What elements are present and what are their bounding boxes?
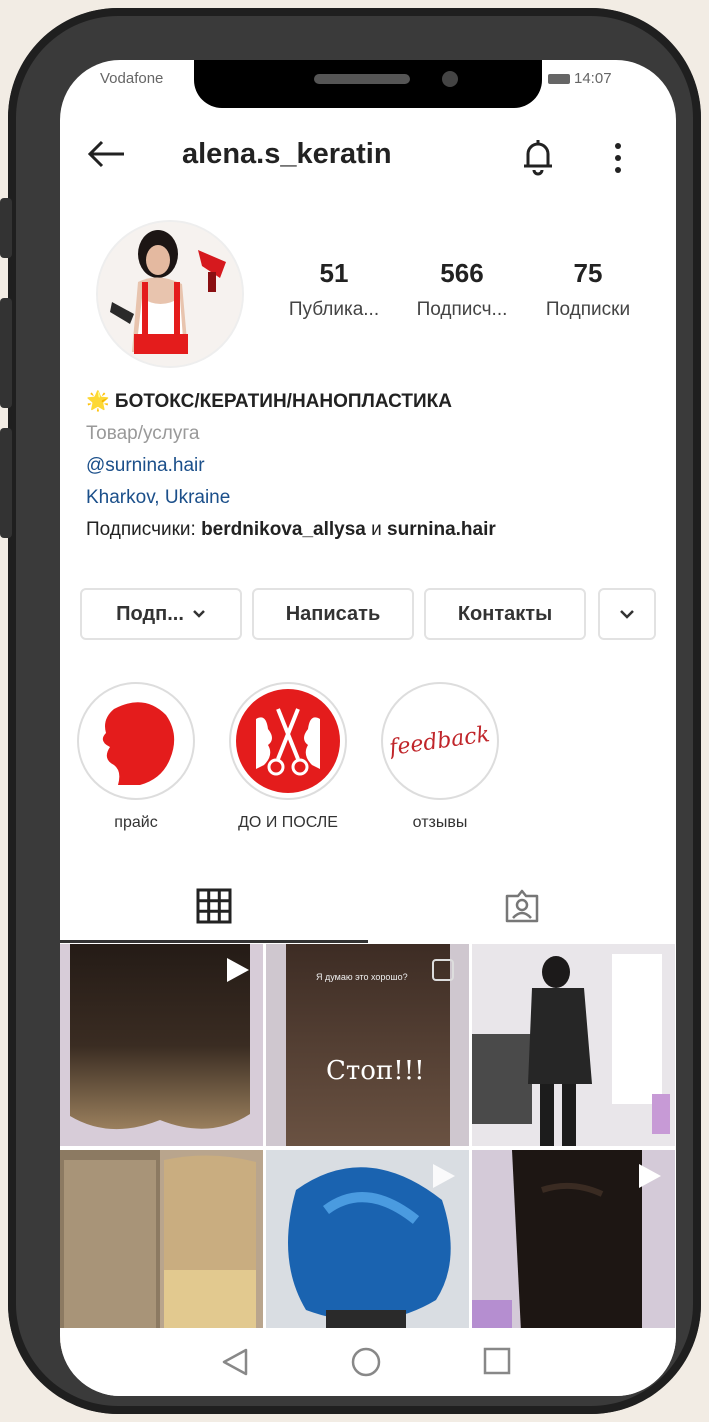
highlight-label: прайс (114, 814, 158, 831)
stat-posts[interactable]: 51 Публика... (274, 258, 394, 321)
highlight-cover (236, 689, 340, 793)
volume-down-button (0, 428, 12, 538)
avatar[interactable] (96, 220, 244, 368)
profile-tabs (60, 868, 676, 944)
bell-icon[interactable] (518, 136, 558, 176)
nav-recents-icon[interactable] (482, 1346, 512, 1376)
followed-by-prefix: Подписчики: (86, 519, 202, 540)
top-bar: alena.s_keratin (60, 120, 676, 190)
highlight-before-after[interactable]: ДО И ПОСЛЕ (228, 682, 348, 832)
suggested-toggle-button[interactable] (598, 588, 656, 640)
multi-post-icon (432, 959, 454, 981)
bio-location[interactable]: Kharkov, Ukraine (86, 482, 656, 514)
video-icon (639, 1164, 661, 1188)
post-thumbnail[interactable] (266, 1150, 469, 1352)
side-button-top (0, 198, 12, 258)
stat-following-value: 75 (573, 258, 603, 288)
bio: 🌟 БОТОКС/КЕРАТИН/НАНОПЛАСТИКА Товар/услу… (86, 386, 656, 546)
followed-by[interactable]: Подписчики: berdnikova_allysa и surnina.… (86, 514, 656, 546)
battery-time: 14:07 (548, 70, 612, 87)
contacts-button[interactable]: Контакты (424, 588, 586, 640)
follow-button[interactable]: Подп... (80, 588, 242, 640)
post-thumbnail[interactable] (472, 944, 675, 1146)
action-buttons: Подп... Написать Контакты (60, 588, 676, 642)
profile-username: alena.s_keratin (182, 138, 392, 170)
volume-up-button (0, 298, 12, 408)
followed-by-user1[interactable]: berdnikova_allysa (201, 519, 366, 540)
stat-posts-label: Публика... (288, 299, 380, 320)
stat-followers[interactable]: 566 Подписч... (402, 258, 522, 321)
post-thumbnail[interactable] (472, 1150, 675, 1352)
stat-followers-label: Подписч... (416, 299, 508, 320)
highlight-ring (229, 682, 347, 800)
highlight-cover: feedback (388, 689, 492, 793)
clock-time: 14:07 (574, 70, 612, 87)
bio-category: Товар/услуга (86, 423, 200, 444)
post-thumbnail[interactable] (60, 1150, 263, 1352)
nav-back-icon[interactable] (220, 1346, 250, 1378)
stat-following-label: Подписки (545, 299, 631, 320)
followed-by-user2[interactable]: surnina.hair (387, 519, 496, 540)
battery-icon (548, 74, 570, 85)
screen: Vodafone 14:07 alena.s_keratin 51 Публик… (60, 60, 676, 1396)
highlight-cover (84, 689, 188, 793)
message-button[interactable]: Написать (252, 588, 414, 640)
posts-grid: Я думаю это хорошо? Стоп!!! (60, 944, 676, 1352)
post-overlay-text: Стоп!!! (326, 1056, 425, 1086)
avatar-image (98, 222, 242, 366)
post-image (60, 1150, 263, 1352)
highlight-label: ДО И ПОСЛЕ (238, 814, 338, 831)
grid-icon[interactable] (196, 888, 232, 924)
post-thumbnail[interactable] (60, 944, 263, 1146)
post-image (472, 944, 675, 1146)
nav-home-icon[interactable] (350, 1346, 382, 1378)
highlight-cover-text: feedback (388, 721, 492, 761)
more-vert-icon[interactable] (608, 140, 628, 176)
silhouette-icon (84, 689, 188, 793)
post-small-caption: Я думаю это хорошо? (316, 972, 408, 982)
post-thumbnail[interactable]: Я думаю это хорошо? Стоп!!! (266, 944, 469, 1146)
chevron-down-icon (193, 610, 205, 618)
system-nav-bar (60, 1328, 676, 1396)
speaker (314, 74, 410, 84)
bio-link[interactable]: @surnina.hair (86, 450, 656, 482)
highlight-ring: feedback (381, 682, 499, 800)
notch (194, 60, 542, 108)
active-tab-indicator (60, 940, 368, 943)
follow-button-label: Подп... (116, 602, 184, 625)
phone-frame: Vodafone 14:07 alena.s_keratin 51 Публик… (0, 8, 701, 1414)
camera (442, 71, 458, 87)
stat-followers-value: 566 (440, 258, 484, 288)
back-arrow-icon[interactable] (86, 138, 126, 170)
followed-by-and: и (365, 519, 388, 540)
highlight-ring (77, 682, 195, 800)
chevron-down-icon (620, 610, 634, 619)
scissors-faces-icon (236, 689, 340, 793)
video-icon (433, 1164, 455, 1188)
highlight-price[interactable]: прайс (76, 682, 196, 832)
tagged-icon[interactable] (504, 888, 540, 924)
stat-posts-value: 51 (319, 258, 349, 288)
stat-following[interactable]: 75 Подписки (528, 258, 648, 321)
bio-name: 🌟 БОТОКС/КЕРАТИН/НАНОПЛАСТИКА (86, 391, 452, 412)
video-icon (227, 958, 249, 982)
highlight-feedback[interactable]: feedback отзывы (380, 682, 500, 832)
highlight-label: отзывы (412, 814, 468, 831)
carrier-label: Vodafone (100, 70, 164, 87)
